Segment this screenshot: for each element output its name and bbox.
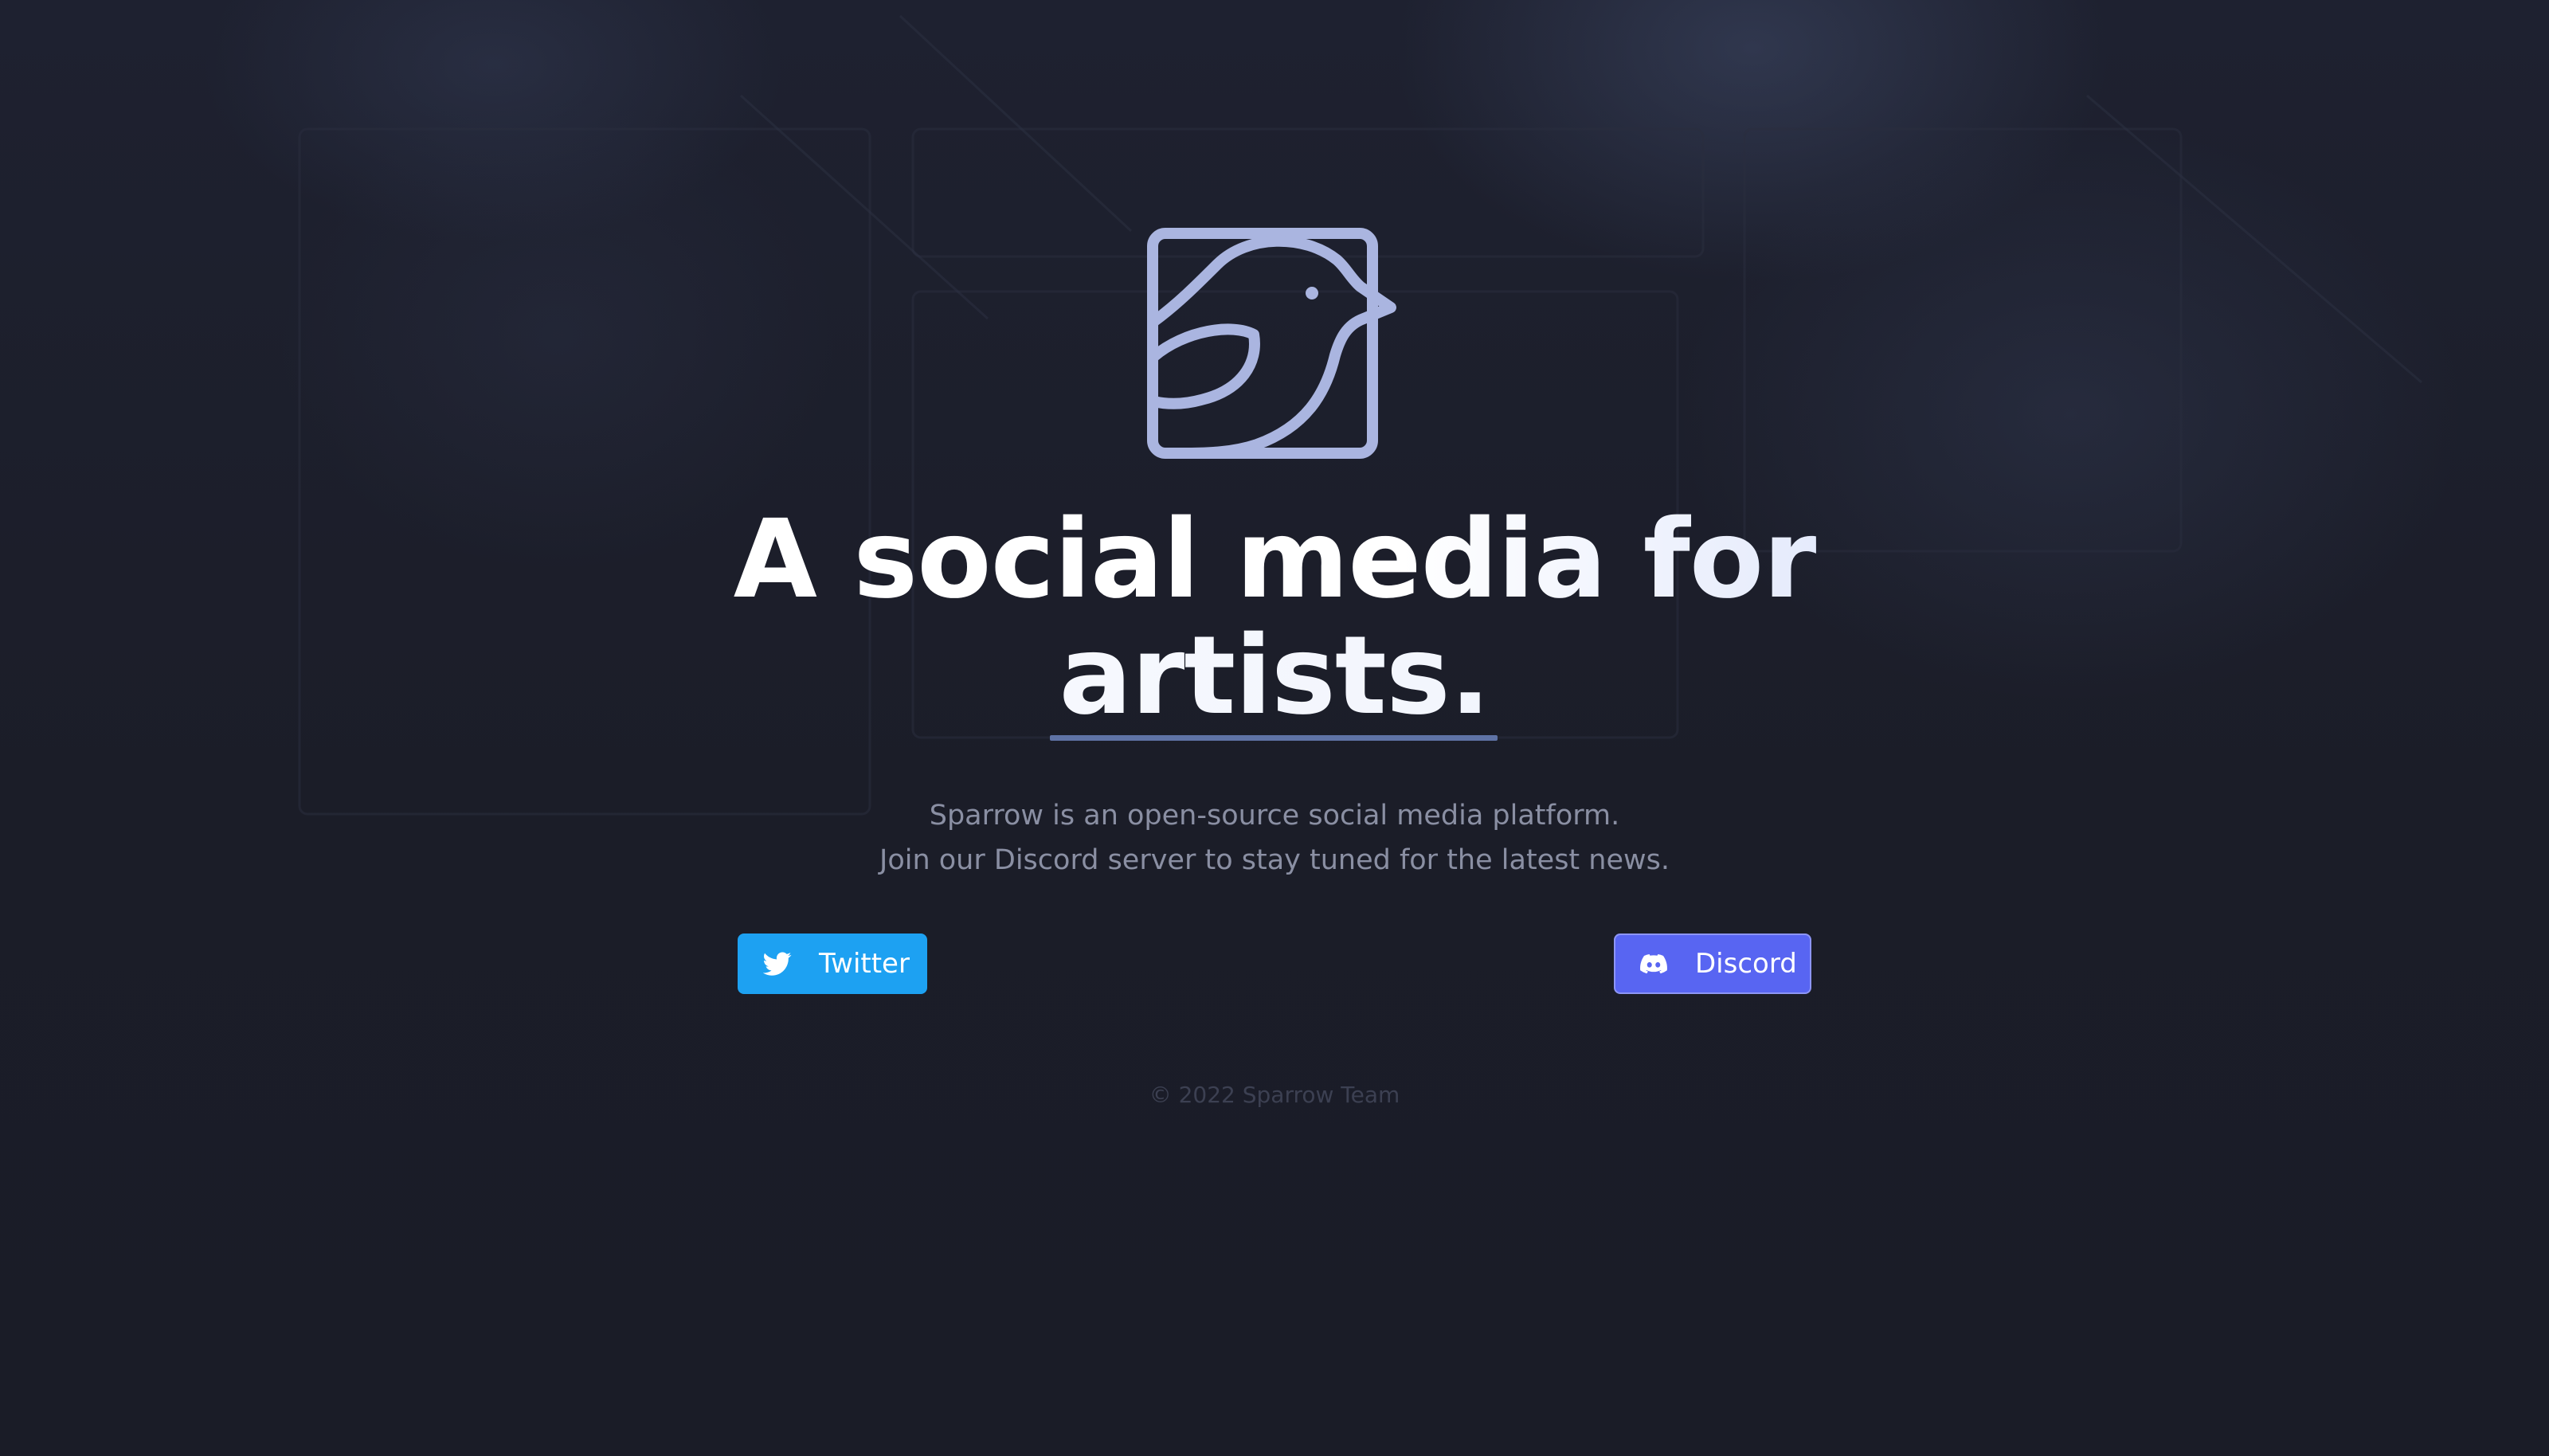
twitter-button-label: Twitter [819, 948, 910, 980]
headline-underline [1050, 735, 1498, 741]
subtitle-line-1: Sparrow is an open-source social media p… [929, 800, 1620, 832]
headline-line-1: A social media for [0, 502, 2549, 618]
landing-page: A social media for artists. Sparrow is a… [0, 0, 2549, 1456]
sparrow-logo-icon [1147, 228, 1396, 459]
discord-icon [1639, 949, 1668, 978]
twitter-button[interactable]: Twitter [738, 933, 927, 994]
headline-line-2: artists. [0, 618, 2549, 734]
discord-button[interactable]: Discord [1614, 933, 1811, 994]
twitter-icon [763, 949, 792, 978]
subtitle-line-2: Join our Discord server to stay tuned fo… [879, 844, 1670, 876]
headline: A social media for artists. [0, 502, 2549, 734]
footer-copyright: © 2022 Sparrow Team [1149, 1082, 1400, 1108]
subtitle: Sparrow is an open-source social media p… [0, 793, 2549, 883]
discord-button-label: Discord [1695, 948, 1797, 980]
